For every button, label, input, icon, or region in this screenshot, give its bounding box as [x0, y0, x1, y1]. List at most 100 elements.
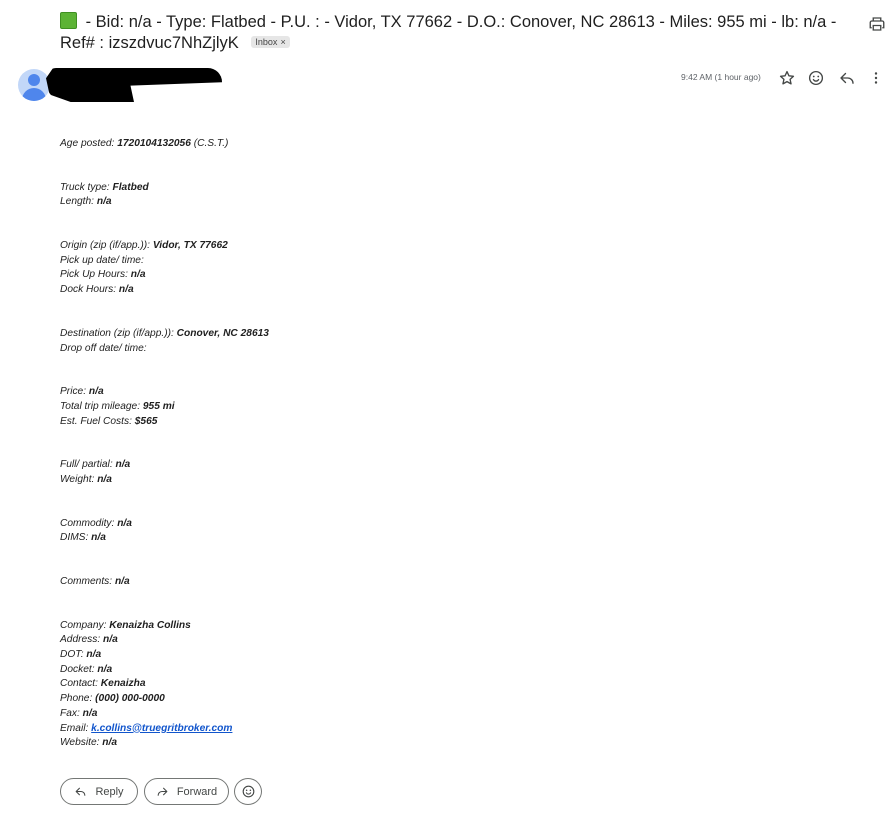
body-line: Contact: Kenaizha	[60, 677, 760, 692]
field-label: Dock Hours:	[60, 284, 117, 296]
reply-icon	[76, 787, 86, 796]
body-line: Est. Fuel Costs: $565	[60, 415, 760, 430]
field-value: Kenaizha	[100, 678, 146, 690]
field-label: Comments:	[60, 576, 113, 587]
body-line: Pick Up Hours: n/a	[60, 268, 760, 283]
field-label: Fax:	[60, 707, 80, 719]
body-line: Truck type: Flatbed	[60, 181, 760, 196]
field-value: Conover, NC 28613	[176, 327, 269, 339]
field-label: Drop off date/ time:	[60, 342, 147, 354]
field-label: Full/ partial:	[60, 459, 113, 471]
field-value: Vidor, TX 77662	[152, 240, 228, 252]
field-value: n/a	[97, 473, 112, 485]
add-reaction-button[interactable]	[234, 778, 262, 805]
body-line: Weight: n/a	[60, 473, 760, 488]
field-value: (000) 000-0000	[95, 693, 165, 705]
body-line: Origin (zip (if/app.)): Vidor, TX 77662	[60, 239, 760, 254]
forward-button[interactable]: Forward	[144, 778, 229, 805]
forward-label: Forward	[176, 785, 218, 798]
body-line: Phone: (000) 000-0000	[60, 692, 760, 707]
field-label: DOT:	[60, 649, 84, 661]
field-value: n/a	[130, 269, 146, 281]
field-value: n/a	[82, 707, 98, 719]
field-label: Email:	[60, 722, 89, 734]
field-suffix: (C.S.T.)	[193, 138, 229, 149]
forward-icon	[157, 787, 168, 796]
smiley-icon[interactable]	[807, 69, 825, 87]
field-value: n/a	[96, 196, 112, 208]
more-vert-icon[interactable]	[867, 69, 885, 87]
sender-row: 9:42 AM (1 hour ago)	[18, 66, 891, 106]
print-icon[interactable]	[868, 15, 886, 33]
field-label: Company:	[60, 619, 107, 631]
field-value: n/a	[86, 649, 102, 661]
star-icon[interactable]	[778, 69, 796, 87]
field-label: Total trip mileage:	[60, 400, 141, 412]
body-line: Email: k.collins@truegritbroker.com	[60, 722, 760, 737]
body-line: Drop off date/ time:	[60, 342, 760, 357]
remove-label-button[interactable]: ×	[280, 37, 285, 47]
body-line: Commodity: n/a	[60, 517, 760, 532]
body-line: DOT: n/a	[60, 648, 760, 663]
field-value: n/a	[103, 634, 118, 646]
field-label: Origin (zip (if/app.)):	[60, 240, 151, 252]
field-label: Age posted:	[60, 138, 115, 149]
field-label: Phone:	[60, 693, 93, 705]
field-value: $565	[134, 415, 158, 427]
field-label: DIMS:	[60, 532, 89, 544]
body-line: Docket: n/a	[60, 663, 760, 678]
field-value: 1720104132056	[117, 138, 191, 149]
body-line: Destination (zip (if/app.)): Conover, NC…	[60, 327, 760, 342]
body-line: Length: n/a	[60, 195, 760, 210]
field-label: Commodity:	[60, 517, 115, 529]
inbox-label-text: Inbox	[255, 37, 278, 47]
subject-text: - Bid: n/a - Type: Flatbed - P.U. : - Vi…	[60, 13, 837, 52]
body-line: Comments: n/a	[60, 575, 760, 590]
green-square-icon	[60, 12, 77, 29]
field-label: Weight:	[60, 473, 95, 485]
avatar[interactable]	[18, 69, 50, 101]
field-value: n/a	[117, 517, 132, 529]
field-value: n/a	[91, 532, 106, 544]
body-line: Fax: n/a	[60, 707, 760, 722]
field-label: Price:	[60, 386, 87, 398]
field-label: Docket:	[60, 663, 95, 675]
field-value: Kenaizha Collins	[109, 619, 191, 631]
message-time[interactable]: 9:42 AM (1 hour ago)	[681, 72, 761, 82]
field-value: n/a	[102, 737, 118, 749]
body-line: DIMS: n/a	[60, 531, 760, 546]
add-reaction-icon	[242, 785, 254, 798]
email-link[interactable]: k.collins@truegritbroker.com	[91, 723, 232, 734]
field-label: Pick up date/ time:	[60, 254, 144, 266]
field-label: Length:	[60, 196, 94, 208]
avatar-body	[22, 88, 46, 101]
inbox-label-badge: Inbox ×	[251, 36, 290, 48]
field-label: Contact:	[60, 678, 98, 690]
field-value: n/a	[118, 284, 134, 296]
reply-button[interactable]: Reply	[60, 778, 138, 805]
body-line: Age posted: 1720104132056 (C.S.T.)	[60, 137, 760, 152]
field-label: Address:	[60, 634, 101, 646]
body-line: Full/ partial: n/a	[60, 458, 760, 473]
field-value: n/a	[97, 663, 113, 675]
field-value: n/a	[114, 576, 130, 587]
reply-label: Reply	[95, 785, 124, 798]
reply-icon[interactable]	[838, 69, 856, 87]
avatar-head	[28, 74, 40, 86]
field-value: n/a	[115, 459, 131, 471]
